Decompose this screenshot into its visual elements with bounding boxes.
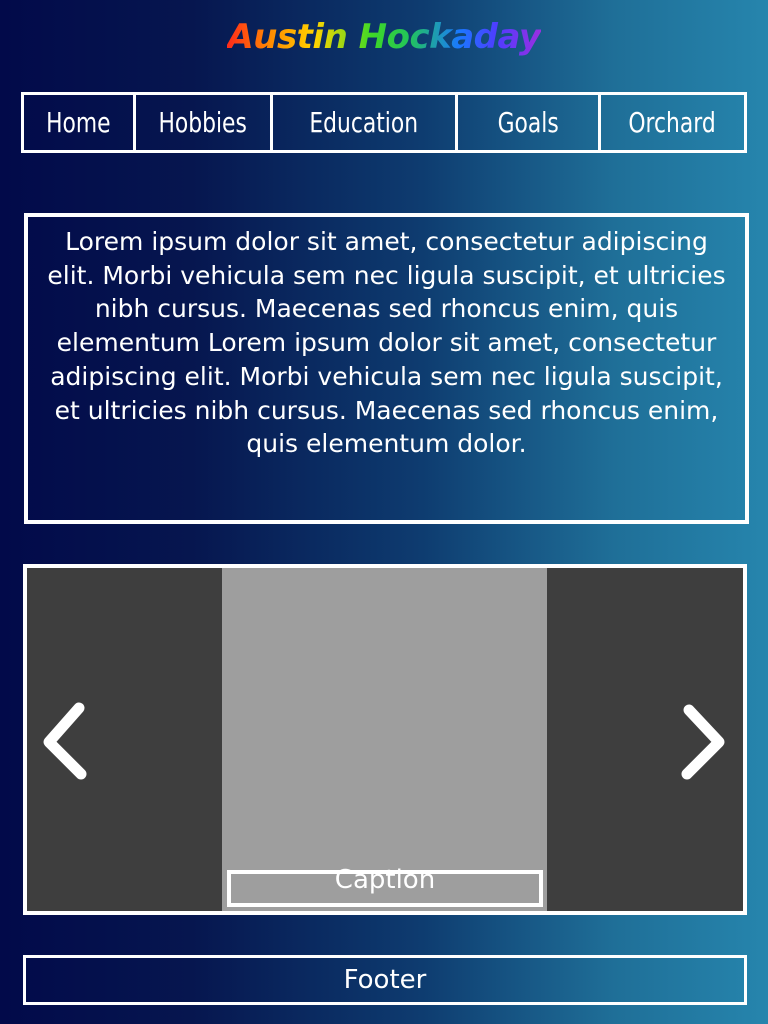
site-title: Austin Hockaday	[0, 12, 768, 62]
nav-item-education[interactable]: Education	[273, 95, 458, 150]
carousel-caption-text: Caption	[334, 864, 436, 895]
nav-item-orchard[interactable]: Orchard	[601, 95, 744, 150]
nav-item-orchard-label: Orchard	[628, 106, 717, 139]
carousel-caption: Caption	[227, 864, 543, 907]
intro-text: Lorem ipsum dolor sit amet, consectetur …	[47, 227, 726, 459]
carousel-next-button[interactable]	[663, 568, 743, 911]
nav-item-hobbies-label: Hobbies	[158, 106, 248, 139]
page-footer: Footer	[23, 955, 747, 1005]
carousel-prev-button[interactable]	[27, 568, 107, 911]
site-title-text: Austin Hockaday	[227, 17, 541, 57]
photo-carousel: Caption	[23, 564, 747, 915]
chevron-left-icon	[43, 702, 87, 779]
nav-item-home[interactable]: Home	[24, 95, 136, 150]
footer-text: Footer	[343, 965, 427, 995]
intro-panel: Lorem ipsum dolor sit amet, consectetur …	[24, 213, 749, 524]
main-nav: Home Hobbies Education Goals Orchard	[21, 92, 747, 153]
nav-item-education-label: Education	[309, 106, 419, 139]
carousel-photo	[222, 568, 547, 911]
nav-item-goals[interactable]: Goals	[458, 95, 601, 150]
chevron-right-icon	[681, 704, 725, 779]
nav-item-goals-label: Goals	[497, 106, 559, 139]
nav-item-home-label: Home	[46, 106, 111, 139]
nav-item-hobbies[interactable]: Hobbies	[136, 95, 273, 150]
